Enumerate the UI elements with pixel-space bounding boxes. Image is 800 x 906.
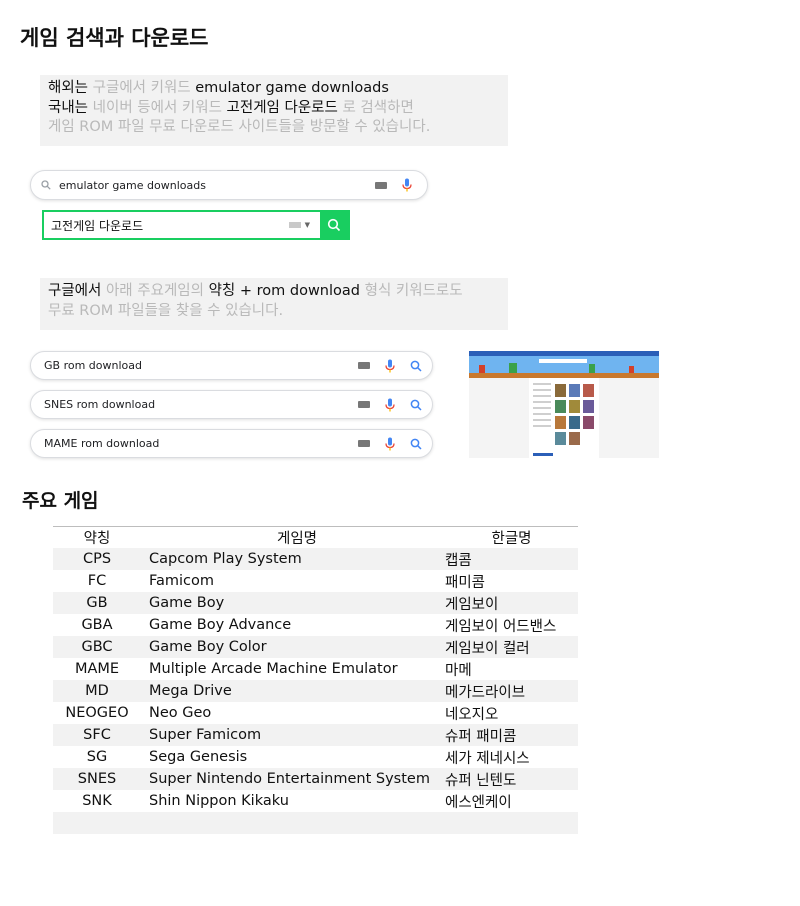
- table-cell: Multiple Arcade Machine Emulator: [149, 661, 398, 677]
- table-row: CPS Capcom Play System 캡콤: [53, 548, 578, 570]
- table-cell: 캡콤: [445, 548, 578, 570]
- table-cell: SFC: [53, 724, 141, 746]
- keyboard-icon[interactable]: [358, 362, 370, 369]
- table-cell: CPS: [53, 548, 141, 570]
- table-cell: Sega Genesis: [149, 749, 248, 765]
- note-search-tips: 해외는 구글에서 키워드 emulator game downloads 국내는…: [40, 75, 508, 146]
- games-table: 약칭 게임명 한글명 CPS Capcom Play System 캡콤 FC Fam…: [53, 526, 578, 812]
- table-cell: SG: [86, 749, 108, 765]
- table-row: MAME Multiple Arcade Machine Emulator 마메: [53, 658, 578, 680]
- site-thumbnail-image: [469, 351, 659, 458]
- search-icon[interactable]: [410, 438, 422, 450]
- table-cell: Capcom Play System: [141, 548, 445, 570]
- search-button[interactable]: [320, 211, 348, 239]
- table-cell: 에스엔케이: [445, 794, 512, 811]
- search-icon[interactable]: [410, 399, 422, 411]
- column-header: 한글명: [491, 531, 532, 547]
- column-header: 약칭: [83, 531, 111, 547]
- table-cell: NEOGEO: [65, 705, 129, 721]
- table-cell: SNES: [53, 768, 141, 790]
- table-cell: SNK: [82, 793, 112, 809]
- table-cell: Mega Drive: [141, 680, 445, 702]
- note-text: 형식 키워드로도: [360, 283, 463, 299]
- table-cell: GBA: [81, 617, 113, 633]
- table-footer-row: [53, 812, 578, 834]
- naver-search-box[interactable]: 고전게임 다운로드 ▼: [42, 210, 350, 240]
- table-cell: MAME: [74, 661, 120, 677]
- section-heading-games: 주요 게임: [22, 490, 99, 512]
- table-cell: 세가 제네시스: [445, 750, 530, 767]
- table-cell: MD: [53, 680, 141, 702]
- table-cell: Famicom: [149, 573, 215, 589]
- note-text: 네이버 등에서 키워드: [92, 99, 227, 116]
- table-row: GB Game Boy 게임보이: [53, 592, 578, 614]
- microphone-icon[interactable]: [384, 437, 396, 451]
- keyboard-icon[interactable]: [288, 222, 301, 228]
- table-cell: Neo Geo: [149, 705, 212, 721]
- microphone-icon[interactable]: [384, 398, 396, 412]
- table-cell: 네오지오: [445, 706, 499, 723]
- search-input[interactable]: GB rom download: [31, 359, 358, 372]
- emulator-site-screenshot: [469, 351, 659, 458]
- note-text: 무료 ROM 파일들을 찾을 수 있습니다.: [48, 302, 284, 319]
- table-cell: Game Boy: [141, 592, 445, 614]
- table-row: SNK Shin Nippon Kikaku 에스엔케이: [53, 790, 578, 812]
- table-cell: 패미콤: [445, 574, 486, 591]
- column-header: 게임명: [276, 531, 318, 547]
- table-row: GBA Game Boy Advance 게임보이 어드밴스: [53, 614, 578, 636]
- page-heading-search: 게임 검색과 다운로드: [20, 26, 209, 50]
- note-text: 아래 주요게임의: [105, 283, 209, 299]
- note-keyword: 약칭 + rom download: [208, 283, 360, 299]
- note-text: 국내는: [48, 99, 93, 116]
- keyboard-icon[interactable]: [375, 181, 387, 189]
- rom-search-box[interactable]: GB rom download: [30, 351, 433, 380]
- table-cell: GB: [53, 592, 141, 614]
- microphone-icon[interactable]: [384, 359, 396, 373]
- note-keyword: emulator game downloads: [195, 80, 389, 96]
- table-cell: Shin Nippon Kikaku: [149, 793, 289, 809]
- table-row: SG Sega Genesis 세가 제네시스: [53, 746, 578, 768]
- keyboard-icon[interactable]: [358, 440, 370, 447]
- search-input[interactable]: emulator game downloads: [59, 179, 375, 192]
- search-input[interactable]: 고전게임 다운로드: [44, 217, 289, 234]
- rom-search-box[interactable]: SNES rom download: [30, 390, 433, 419]
- note-text: 구글에서: [48, 283, 106, 299]
- microphone-icon[interactable]: [401, 178, 413, 192]
- table-cell: 게임보이: [445, 592, 578, 614]
- table-row: FC Famicom 패미콤: [53, 570, 578, 592]
- note-keyword: 고전게임 다운로드: [226, 99, 338, 116]
- table-cell: 게임보이 컬러: [445, 636, 578, 658]
- table-row: NEOGEO Neo Geo 네오지오: [53, 702, 578, 724]
- note-text: 게임 ROM 파일 무료 다운로드 사이트들을 방문할 수 있습니다.: [48, 119, 431, 135]
- search-input[interactable]: MAME rom download: [31, 437, 358, 450]
- table-row: SFC Super Famicom 슈퍼 패미콤: [53, 724, 578, 746]
- table-cell: 슈퍼 패미콤: [445, 724, 578, 746]
- table-header-row: 약칭 게임명 한글명: [53, 527, 578, 549]
- table-cell: Super Famicom: [141, 724, 445, 746]
- table-cell: 슈퍼 닌텐도: [445, 768, 578, 790]
- table-cell: Game Boy Advance: [149, 617, 292, 633]
- table-row: MD Mega Drive 메가드라이브: [53, 680, 578, 702]
- search-icon: [327, 218, 341, 232]
- table-cell: 게임보이 어드밴스: [445, 618, 557, 635]
- note-text: 로 검색하면: [337, 99, 414, 116]
- table-cell: 메가드라이브: [445, 680, 578, 702]
- table-cell: 마메: [445, 662, 472, 679]
- table-cell: GBC: [53, 636, 141, 658]
- table-cell: FC: [87, 573, 107, 589]
- search-icon[interactable]: [410, 360, 422, 372]
- table-cell: Super Nintendo Entertainment System: [141, 768, 445, 790]
- note-rom-tips: 구글에서 아래 주요게임의 약칭 + rom download 형식 키워드로도…: [40, 278, 508, 330]
- table-row: SNES Super Nintendo Entertainment System 슈…: [53, 768, 578, 790]
- google-search-box[interactable]: emulator game downloads: [30, 170, 428, 200]
- search-icon: [41, 180, 51, 190]
- note-text: 해외는: [48, 80, 93, 96]
- chevron-down-icon[interactable]: ▼: [305, 221, 310, 229]
- table-row: GBC Game Boy Color 게임보이 컬러: [53, 636, 578, 658]
- note-text: 구글에서 키워드: [92, 80, 196, 96]
- keyboard-icon[interactable]: [358, 401, 370, 408]
- search-input[interactable]: SNES rom download: [31, 398, 358, 411]
- rom-search-box[interactable]: MAME rom download: [30, 429, 433, 458]
- table-cell: Game Boy Color: [141, 636, 445, 658]
